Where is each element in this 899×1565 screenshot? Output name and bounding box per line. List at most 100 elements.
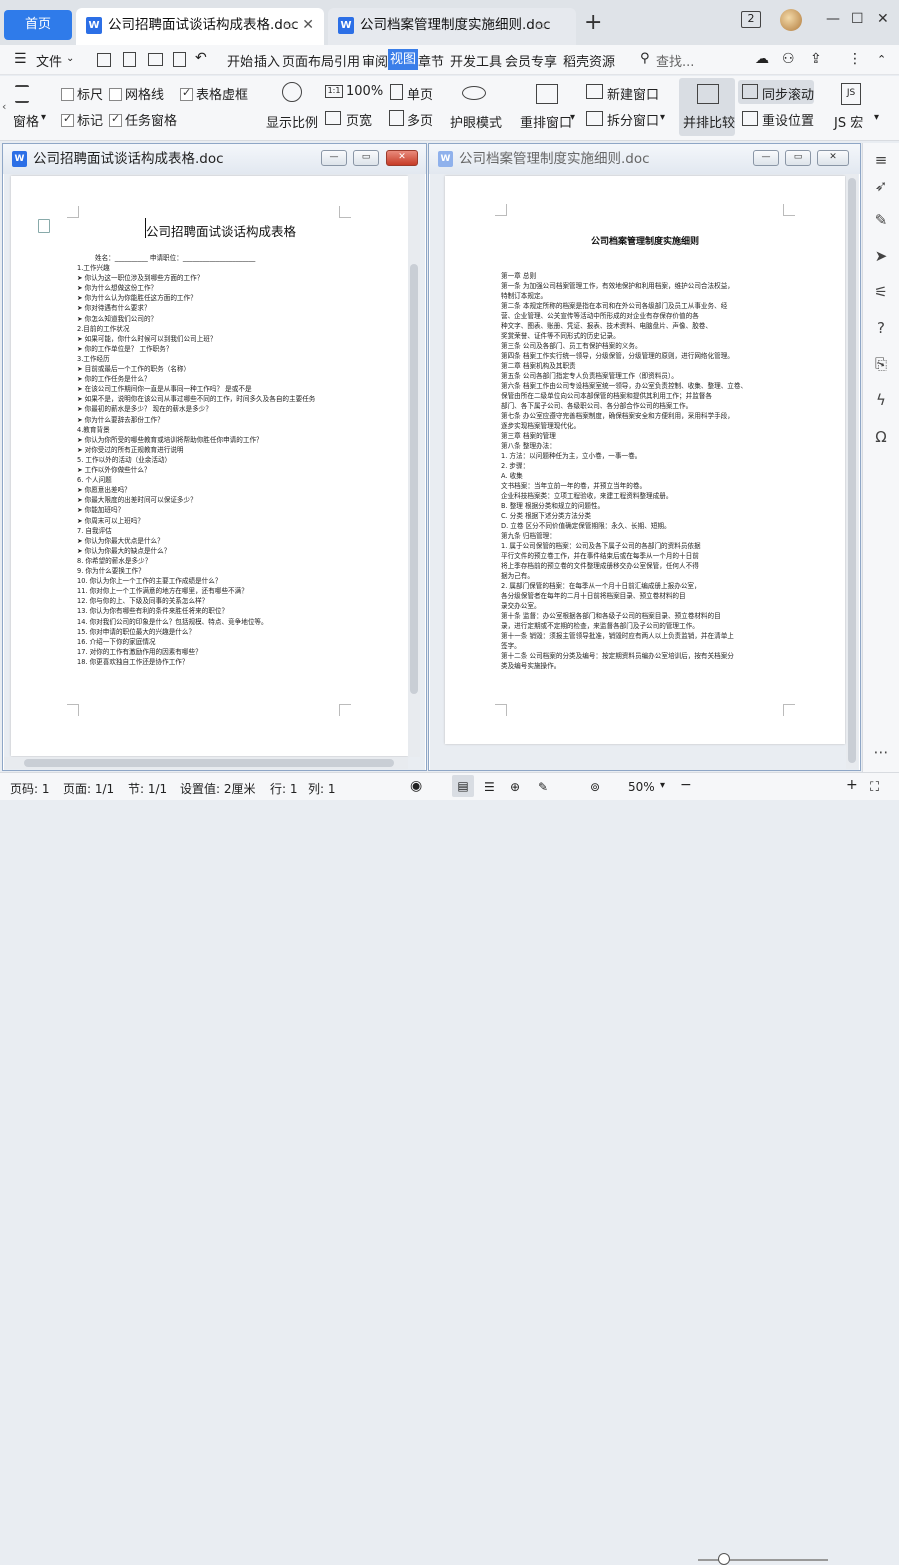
status-setting[interactable]: 设置值: 2厘米 <box>180 780 256 797</box>
right-doc-page[interactable]: 公司档案管理制度实施细则 第一章 总则 第一条 为加强公司档案管理工作，有效地保护… <box>445 176 845 744</box>
search-input[interactable]: 查找... <box>656 51 694 70</box>
pointer-icon[interactable]: ➤ <box>872 247 890 265</box>
maximize-button[interactable]: ☐ <box>851 11 864 27</box>
right-scroll-thumb[interactable] <box>848 178 856 763</box>
task-pane-checkbox[interactable]: 任务窗格 <box>109 110 177 129</box>
left-vertical-scrollbar[interactable] <box>408 174 420 757</box>
new-tab-button[interactable]: + <box>584 10 602 35</box>
menu-lines-icon[interactable]: ≡ <box>872 151 890 169</box>
zoom-value[interactable]: 50% <box>628 780 655 794</box>
new-window-button[interactable]: 新建窗口 <box>607 84 659 103</box>
write-view-icon[interactable]: ✎ <box>538 780 548 794</box>
close-window-button[interactable]: ✕ <box>877 11 889 27</box>
page-view-icon[interactable]: ▤ <box>452 775 474 797</box>
tab-doc1[interactable]: W 公司招聘面试谈话构成表格.doc ▭ ✕ <box>76 8 324 45</box>
paragraph-options-icon[interactable] <box>38 219 50 233</box>
arrange-window-button[interactable]: 重排窗口 <box>520 112 572 131</box>
page-width-button[interactable]: 页宽 <box>346 110 372 129</box>
status-col[interactable]: 列: 1 <box>308 780 336 797</box>
sliders-icon[interactable]: ⚟ <box>872 283 890 301</box>
globe-icon[interactable]: ⊚ <box>590 780 600 794</box>
close-tab-icon[interactable]: ✕ <box>302 8 314 42</box>
lightning-icon[interactable]: ϟ <box>872 391 890 409</box>
gridlines-checkbox[interactable]: 网格线 <box>109 84 164 103</box>
left-hscroll-thumb[interactable] <box>24 759 394 767</box>
tab-doc2[interactable]: W 公司档案管理制度实施细则.doc ▭ <box>328 8 576 45</box>
status-page[interactable]: 页码: 1 <box>10 780 50 797</box>
avatar[interactable] <box>780 9 802 31</box>
outline-view-icon[interactable]: ☰ <box>484 780 495 794</box>
search-icon[interactable]: ⚲ <box>640 51 650 66</box>
pen-icon[interactable]: ✎ <box>872 211 890 229</box>
chevron-down-icon[interactable]: ▾ <box>660 112 665 123</box>
home-tab[interactable]: 首页 <box>4 10 72 40</box>
zoom-out-button[interactable]: − <box>680 777 692 793</box>
show-ratio-button[interactable]: 显示比例 <box>266 112 318 131</box>
right-window-close-button[interactable]: ✕ <box>817 150 849 166</box>
menu-insert[interactable]: 插入 <box>254 51 280 70</box>
menu-chapter[interactable]: 章节 <box>418 51 444 70</box>
eye-mode-button[interactable]: 护眼模式 <box>450 112 502 131</box>
menu-review[interactable]: 审阅 <box>362 51 388 70</box>
collapse-ribbon-icon[interactable]: ⌃ <box>877 53 886 66</box>
status-section[interactable]: 节: 1/1 <box>128 780 167 797</box>
left-window-minimize-button[interactable]: — <box>321 150 347 166</box>
more-dots-icon[interactable]: ⋯ <box>872 743 890 761</box>
window-count-badge[interactable]: 2 <box>741 11 761 28</box>
menu-page-layout[interactable]: 页面布局 <box>282 51 334 70</box>
web-view-icon[interactable]: ⊕ <box>510 780 520 794</box>
right-doc-window[interactable]: W 公司档案管理制度实施细则.doc — ▭ ✕ 公司档案管理制度实施细则 第一… <box>428 143 861 771</box>
marks-checkbox[interactable]: 标记 <box>61 110 103 129</box>
status-pages[interactable]: 页面: 1/1 <box>63 780 114 797</box>
chevron-down-icon[interactable]: ▾ <box>660 780 665 791</box>
cloud-icon[interactable]: ☁ <box>755 51 769 67</box>
zoom-in-button[interactable]: + <box>846 777 858 793</box>
left-doc-page[interactable]: 公司招聘面试谈话构成表格 姓名：__________ 申请职位：________… <box>11 176 408 756</box>
pane-button[interactable]: 窗格 <box>13 111 39 130</box>
help-icon[interactable]: ? <box>872 319 890 337</box>
left-horizontal-scrollbar[interactable] <box>4 757 408 769</box>
single-page-button[interactable]: 单页 <box>407 84 433 103</box>
export-pdf-icon[interactable] <box>123 52 136 67</box>
hamburger-icon[interactable]: ☰ <box>14 51 27 67</box>
more-icon[interactable]: ⋮ <box>848 51 862 67</box>
left-doc-window[interactable]: W 公司招聘面试谈话构成表格.doc — ▭ ✕ 公司招聘面试谈话构成表格 姓名… <box>2 143 427 771</box>
table-gridlines-checkbox[interactable]: 表格虚框 <box>180 84 248 103</box>
zoom-slider-thumb[interactable] <box>718 1553 730 1565</box>
omega-icon[interactable]: Ω <box>872 428 890 446</box>
share-icon[interactable]: ⇪ <box>810 51 822 67</box>
split-window-button[interactable]: 拆分窗口 <box>607 110 659 129</box>
undo-icon[interactable]: ↶ <box>195 50 207 66</box>
left-window-close-button[interactable]: ✕ <box>386 150 418 166</box>
right-window-minimize-button[interactable]: — <box>753 150 779 166</box>
eye-icon[interactable]: ◉ <box>410 778 422 794</box>
save-icon[interactable] <box>97 53 111 67</box>
chevron-down-icon[interactable]: ⌄ <box>66 53 74 64</box>
zoom-100-button[interactable]: 100% <box>346 84 383 99</box>
status-row[interactable]: 行: 1 <box>270 780 298 797</box>
rocket-icon[interactable]: ➶ <box>872 177 890 195</box>
menu-reference[interactable]: 引用 <box>334 51 360 70</box>
menu-file[interactable]: 文件 <box>36 51 62 70</box>
fullscreen-icon[interactable]: ⛶ <box>870 780 879 795</box>
chevron-down-icon[interactable]: ▾ <box>41 112 46 123</box>
print-icon[interactable] <box>148 53 163 66</box>
share-doc-icon[interactable]: ⎘ <box>872 355 890 373</box>
ribbon-scroll-left-icon[interactable]: ‹ <box>2 100 6 113</box>
menu-start[interactable]: 开始 <box>227 51 253 70</box>
ruler-checkbox[interactable]: 标尺 <box>61 84 103 103</box>
print-preview-icon[interactable] <box>173 52 186 67</box>
minimize-button[interactable]: — <box>826 11 840 27</box>
right-window-restore-button[interactable]: ▭ <box>785 150 811 166</box>
left-scroll-thumb[interactable] <box>410 264 418 694</box>
chevron-down-icon[interactable]: ▾ <box>570 112 575 123</box>
multi-page-button[interactable]: 多页 <box>407 110 433 129</box>
right-vertical-scrollbar[interactable] <box>846 174 858 769</box>
js-macro-button[interactable]: JS 宏 <box>834 112 863 131</box>
menu-dev-tools[interactable]: 开发工具 <box>450 51 502 70</box>
menu-member[interactable]: 会员专享 <box>505 51 557 70</box>
chevron-down-icon[interactable]: ▾ <box>874 112 879 123</box>
left-window-restore-button[interactable]: ▭ <box>353 150 379 166</box>
reset-position-button[interactable]: 重设位置 <box>762 110 814 129</box>
menu-view[interactable]: 视图 <box>388 49 419 70</box>
